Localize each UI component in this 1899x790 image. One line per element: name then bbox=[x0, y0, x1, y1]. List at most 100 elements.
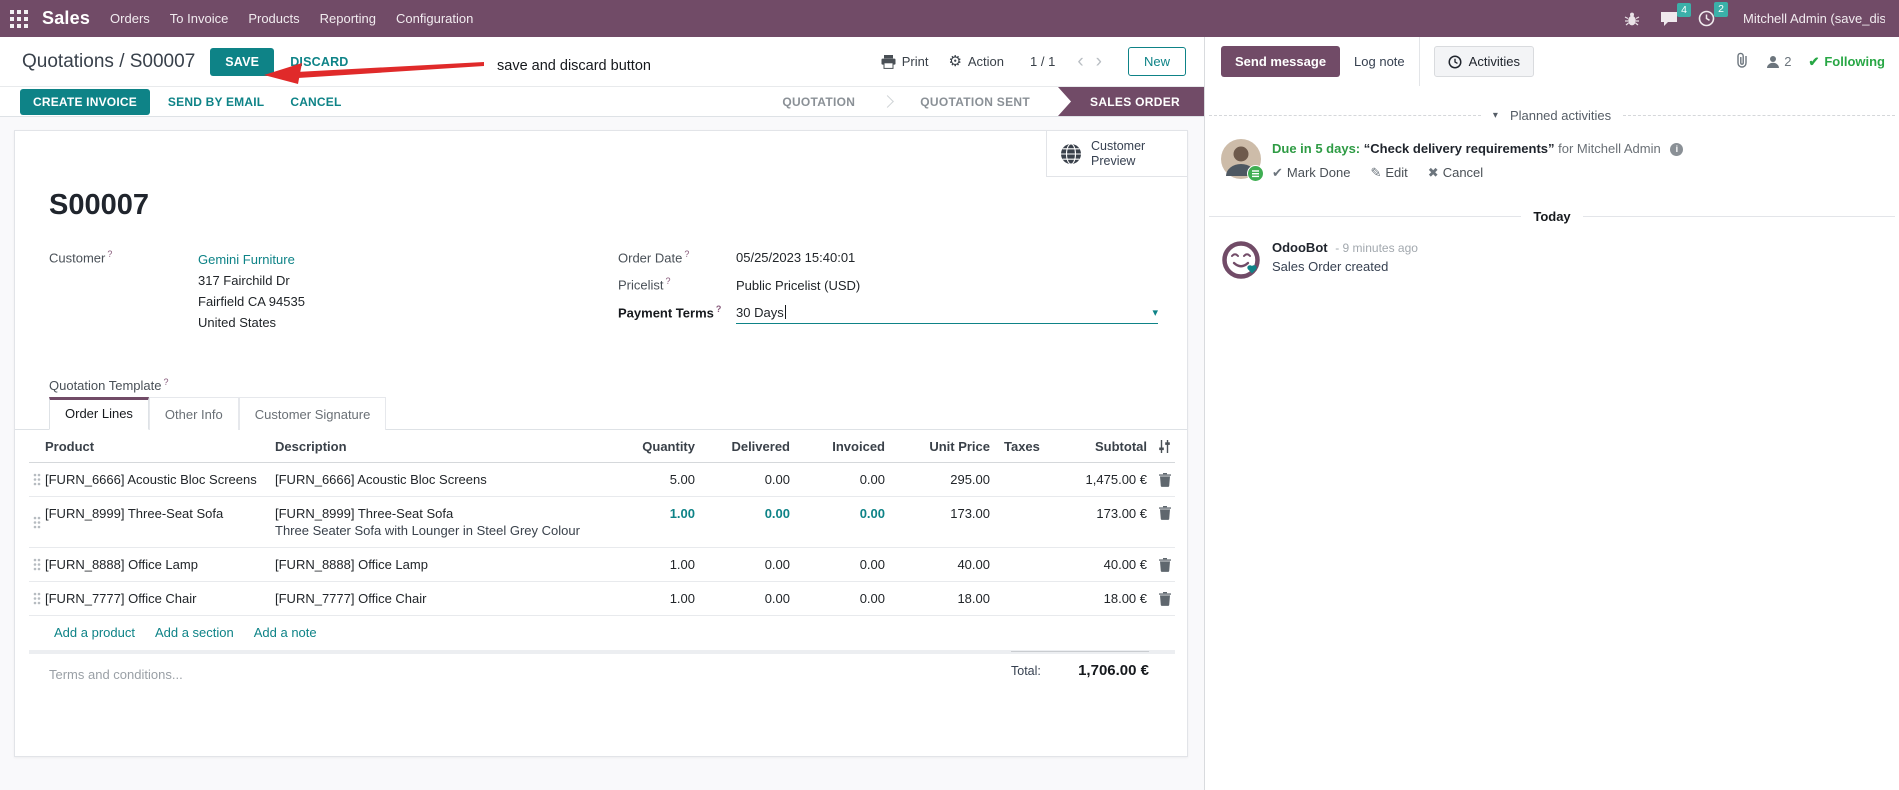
apps-grid-icon[interactable] bbox=[10, 9, 28, 28]
message-time: - 9 minutes ago bbox=[1335, 241, 1418, 255]
delete-row-icon[interactable] bbox=[1147, 549, 1171, 581]
menu-configuration[interactable]: Configuration bbox=[396, 11, 473, 26]
cell-description[interactable]: [FURN_7777] Office Chair bbox=[275, 582, 615, 615]
cell-quantity[interactable]: 1.00 bbox=[615, 548, 695, 581]
cell-taxes[interactable] bbox=[990, 556, 1060, 574]
table-row: [FURN_6666] Acoustic Bloc Screens [FURN_… bbox=[29, 463, 1175, 497]
log-note-button[interactable]: Log note bbox=[1354, 54, 1405, 69]
menu-orders[interactable]: Orders bbox=[110, 11, 150, 26]
order-reference: S00007 bbox=[49, 189, 149, 221]
message-author[interactable]: OdooBot bbox=[1272, 240, 1328, 255]
tab-other-info[interactable]: Other Info bbox=[148, 397, 239, 430]
cell-quantity[interactable]: 1.00 bbox=[615, 497, 695, 530]
cell-unit-price[interactable]: 40.00 bbox=[885, 548, 990, 581]
cell-unit-price[interactable]: 295.00 bbox=[885, 463, 990, 496]
cell-product[interactable]: [FURN_7777] Office Chair bbox=[45, 582, 275, 615]
state-chevron-icon bbox=[881, 95, 895, 108]
cell-invoiced[interactable]: 0.00 bbox=[790, 497, 885, 530]
terms-and-conditions-input[interactable]: Terms and conditions... bbox=[49, 667, 183, 682]
state-quotation-sent[interactable]: QUOTATION SENT bbox=[898, 87, 1052, 116]
messages-icon[interactable]: 4 bbox=[1660, 2, 1691, 27]
cell-delivered[interactable]: 0.00 bbox=[695, 548, 790, 581]
cell-quantity[interactable]: 5.00 bbox=[615, 463, 695, 496]
delete-row-icon[interactable] bbox=[1147, 583, 1171, 615]
bug-icon[interactable] bbox=[1624, 11, 1640, 27]
mark-done-button[interactable]: ✔ Mark Done bbox=[1272, 165, 1350, 181]
payment-terms-input[interactable]: 30 Days ▾ bbox=[736, 305, 1158, 324]
drag-handle-icon[interactable] bbox=[29, 507, 45, 538]
app-name[interactable]: Sales bbox=[42, 8, 90, 29]
create-invoice-button[interactable]: CREATE INVOICE bbox=[20, 88, 150, 115]
send-message-button[interactable]: Send message bbox=[1221, 46, 1341, 77]
activity-due: Due in 5 days: bbox=[1272, 141, 1361, 156]
breadcrumb-quotations[interactable]: Quotations bbox=[22, 51, 114, 72]
cell-description[interactable]: [FURN_8888] Office Lamp bbox=[275, 548, 615, 581]
pricelist-value[interactable]: Public Pricelist (USD) bbox=[736, 278, 860, 293]
attachment-icon[interactable] bbox=[1735, 52, 1749, 71]
cancel-button[interactable]: CANCEL bbox=[282, 89, 349, 115]
action-button[interactable]: ⚙ Action bbox=[948, 54, 1004, 69]
cell-taxes[interactable] bbox=[990, 590, 1060, 608]
cell-invoiced[interactable]: 0.00 bbox=[790, 548, 885, 581]
planned-activities-label[interactable]: Planned activities bbox=[1510, 108, 1611, 123]
add-a-section-link[interactable]: Add a section bbox=[155, 625, 234, 640]
followers-button[interactable]: 2 bbox=[1766, 54, 1791, 69]
info-icon[interactable]: i bbox=[1670, 143, 1684, 157]
chevron-down-icon[interactable]: ▾ bbox=[1152, 306, 1158, 319]
cell-unit-price[interactable]: 18.00 bbox=[885, 582, 990, 615]
edit-activity-button[interactable]: ✎ Edit bbox=[1370, 165, 1407, 181]
state-sales-order[interactable]: SALES ORDER bbox=[1058, 87, 1204, 116]
cell-description[interactable]: [FURN_6666] Acoustic Bloc Screens bbox=[275, 463, 615, 496]
print-button[interactable]: Print bbox=[881, 54, 928, 69]
cell-invoiced[interactable]: 0.00 bbox=[790, 582, 885, 615]
customer-link[interactable]: Gemini Furniture bbox=[198, 252, 295, 267]
activities-badge: 2 bbox=[1714, 2, 1728, 17]
menu-products[interactable]: Products bbox=[248, 11, 299, 26]
add-a-note-link[interactable]: Add a note bbox=[254, 625, 317, 640]
activity-clock-icon[interactable]: 2 bbox=[1698, 2, 1728, 27]
state-quotation[interactable]: QUOTATION bbox=[760, 87, 877, 116]
state-pipeline: QUOTATION QUOTATION SENT SALES ORDER bbox=[760, 87, 1204, 116]
drag-handle-icon[interactable] bbox=[29, 549, 45, 580]
optional-columns-icon[interactable] bbox=[1147, 432, 1171, 461]
delete-row-icon[interactable] bbox=[1147, 464, 1171, 496]
cell-product[interactable]: [FURN_8888] Office Lamp bbox=[45, 548, 275, 581]
cell-delivered[interactable]: 0.00 bbox=[695, 582, 790, 615]
drag-handle-icon[interactable] bbox=[29, 464, 45, 495]
cell-unit-price[interactable]: 173.00 bbox=[885, 497, 990, 530]
cancel-activity-button[interactable]: ✖ Cancel bbox=[1428, 165, 1483, 181]
new-button[interactable]: New bbox=[1127, 47, 1186, 76]
order-date-value[interactable]: 05/25/2023 15:40:01 bbox=[736, 250, 855, 265]
cell-product[interactable]: [FURN_6666] Acoustic Bloc Screens bbox=[45, 463, 275, 496]
cell-invoiced[interactable]: 0.00 bbox=[790, 463, 885, 496]
activities-button[interactable]: Activities bbox=[1433, 46, 1534, 77]
drag-handle-icon[interactable] bbox=[29, 583, 45, 614]
user-name: Mitchell Admin (save_discar bbox=[1743, 11, 1885, 26]
total-value: 1,706.00 € bbox=[1078, 662, 1149, 679]
following-button[interactable]: ✔ Following bbox=[1808, 54, 1885, 70]
cell-delivered[interactable]: 0.00 bbox=[695, 497, 790, 530]
col-quantity: Quantity bbox=[642, 439, 695, 454]
delete-row-icon[interactable] bbox=[1147, 497, 1171, 529]
pager-prev-icon[interactable]: ‹ bbox=[1075, 52, 1085, 71]
tab-order-lines[interactable]: Order Lines bbox=[49, 397, 149, 430]
cell-taxes[interactable] bbox=[990, 471, 1060, 489]
add-a-product-link[interactable]: Add a product bbox=[54, 625, 135, 640]
collapse-caret-icon[interactable]: ▾ bbox=[1493, 110, 1498, 121]
customer-value: Gemini Furniture 317 Fairchild Dr Fairfi… bbox=[198, 249, 305, 333]
customer-preview-button[interactable]: Customer Preview bbox=[1046, 131, 1187, 177]
menu-to-invoice[interactable]: To Invoice bbox=[170, 11, 229, 26]
cell-quantity[interactable]: 1.00 bbox=[615, 582, 695, 615]
cell-description[interactable]: [FURN_8999] Three-Seat Sofa Three Seater… bbox=[275, 497, 615, 547]
cell-delivered[interactable]: 0.00 bbox=[695, 463, 790, 496]
notebook-tabs: Order Lines Other Info Customer Signatur… bbox=[15, 397, 1187, 430]
pager-next-icon[interactable]: › bbox=[1094, 52, 1104, 71]
followers-count: 2 bbox=[1784, 54, 1792, 69]
table-row: [FURN_8888] Office Lamp [FURN_8888] Offi… bbox=[29, 548, 1175, 582]
tab-customer-signature[interactable]: Customer Signature bbox=[238, 397, 387, 430]
cell-product[interactable]: [FURN_8999] Three-Seat Sofa bbox=[45, 497, 275, 530]
cell-taxes[interactable] bbox=[990, 513, 1060, 531]
send-by-email-button[interactable]: SEND BY EMAIL bbox=[160, 89, 272, 115]
menu-reporting[interactable]: Reporting bbox=[320, 11, 376, 26]
user-menu[interactable]: Mitchell Admin (save_discar bbox=[1735, 6, 1885, 32]
